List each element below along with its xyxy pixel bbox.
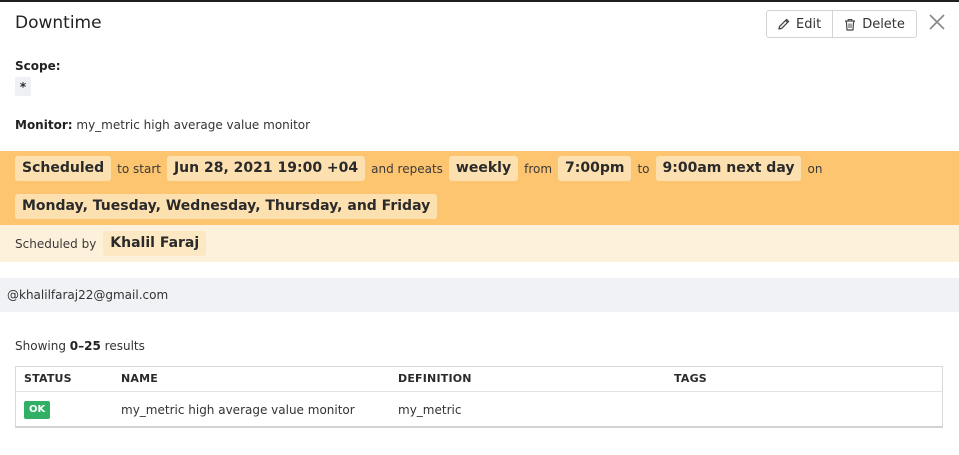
scheduled-by-label: Scheduled by: [15, 236, 97, 251]
results-range: 0–25: [69, 339, 101, 353]
edit-button[interactable]: Edit: [767, 11, 832, 37]
scope-value: *: [15, 77, 31, 96]
monitor-label: Monitor:: [15, 118, 73, 132]
delete-label: Delete: [862, 16, 905, 32]
schedule-text: from: [524, 161, 553, 176]
schedule-days: Monday, Tuesday, Wednesday, Thursday, an…: [15, 194, 438, 219]
schedule-text: to: [637, 161, 650, 176]
schedule-status: Scheduled: [15, 156, 112, 181]
column-header-status[interactable]: STATUS: [24, 372, 72, 385]
pencil-icon: [778, 18, 790, 30]
schedule-banner: Scheduled to start Jun 28, 2021 19:00 +0…: [0, 151, 959, 225]
status-badge: OK: [24, 401, 51, 419]
close-icon[interactable]: [928, 13, 946, 31]
results-count: Showing 0–25 results: [15, 339, 145, 353]
schedule-text: on: [807, 161, 823, 176]
schedule-text: and repeats: [371, 161, 443, 176]
column-header-tags[interactable]: TAGS: [674, 372, 707, 385]
monitor-line: Monitor: my_metric high average value mo…: [15, 118, 310, 132]
monitors-table: STATUS NAME DEFINITION TAGS OK my_metric…: [15, 366, 943, 428]
action-buttons: Edit Delete: [766, 10, 917, 38]
schedule-row: Scheduled to start Jun 28, 2021 19:00 +0…: [15, 156, 822, 181]
schedule-frequency: weekly: [448, 156, 519, 181]
schedule-start: Jun 28, 2021 19:00 +04: [166, 156, 366, 181]
scheduled-by-row: Scheduled by Khalil Faraj: [15, 231, 207, 256]
trash-icon: [844, 18, 856, 31]
scope-label: Scope:: [15, 59, 61, 73]
scheduled-by-name: Khalil Faraj: [103, 231, 207, 256]
definition-cell: my_metric: [398, 403, 462, 417]
results-suffix: results: [104, 339, 145, 353]
table-header-divider: [16, 391, 942, 392]
monitor-name: my_metric high average value monitor: [76, 118, 311, 132]
column-header-definition[interactable]: DEFINITION: [398, 372, 472, 385]
monitor-name-cell[interactable]: my_metric high average value monitor: [121, 403, 355, 417]
delete-button[interactable]: Delete: [832, 11, 916, 37]
schedule-from-time: 7:00pm: [558, 156, 632, 181]
schedule-days-row: Monday, Tuesday, Wednesday, Thursday, an…: [15, 194, 438, 219]
top-border: [0, 0, 959, 2]
notification-email: @khalilfaraj22@gmail.com: [0, 278, 959, 312]
results-prefix: Showing: [15, 339, 66, 353]
page-title: Downtime: [15, 13, 102, 33]
edit-label: Edit: [796, 16, 822, 32]
column-header-name[interactable]: NAME: [121, 372, 158, 385]
schedule-text: to start: [117, 161, 161, 176]
schedule-to-time: 9:00am next day: [655, 156, 802, 181]
scheduled-by-bar: Scheduled by Khalil Faraj: [0, 225, 959, 262]
